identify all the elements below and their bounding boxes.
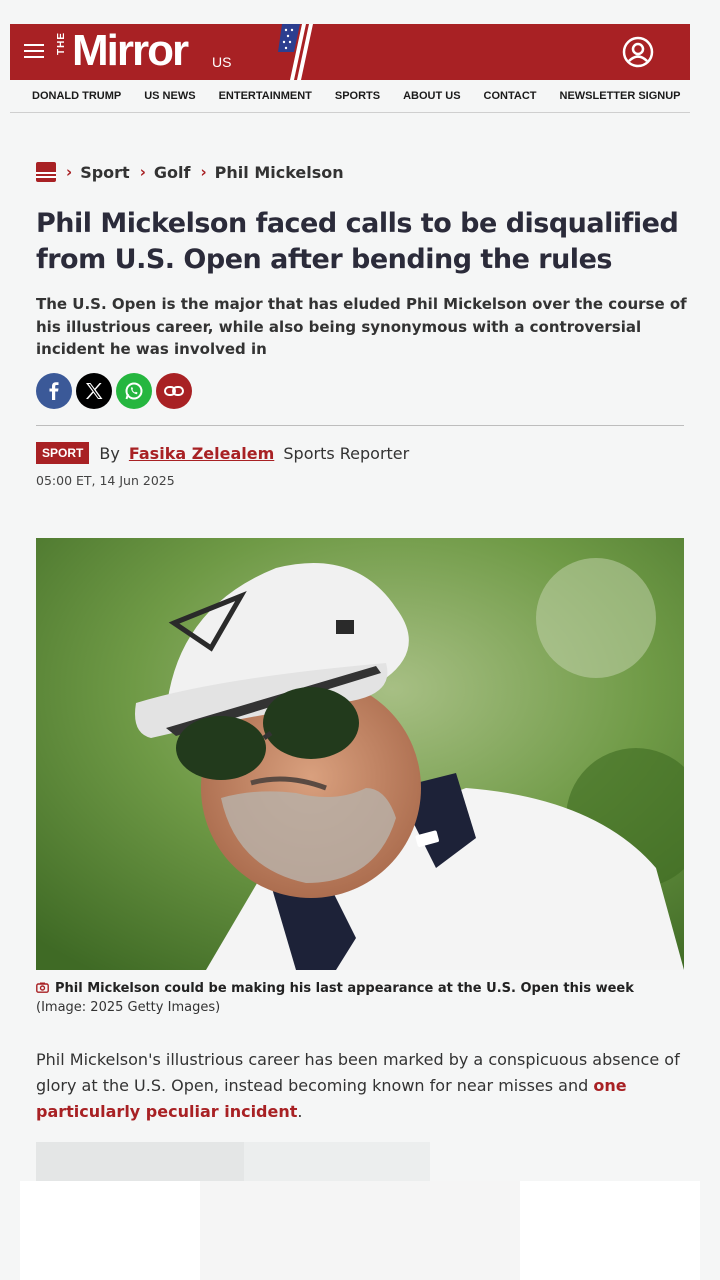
golfer-photo — [36, 538, 684, 970]
mirror-us-logo[interactable]: THE Mirror US — [56, 24, 313, 80]
account-icon[interactable] — [622, 36, 654, 68]
article-paragraph: Phil Mickelson's illustrious career has … — [36, 1047, 688, 1125]
section-tag[interactable]: SPORT — [36, 442, 90, 464]
chevron-right-icon: › — [66, 163, 73, 181]
flag-stripes-icon — [278, 24, 313, 80]
link-icon — [164, 386, 184, 396]
ad-placeholder — [36, 1142, 430, 1182]
nav-contact[interactable]: CONTACT — [484, 90, 537, 102]
image-caption: Phil Mickelson could be making his last … — [36, 979, 686, 1017]
home-logo-icon[interactable] — [36, 162, 56, 182]
logo-us: US — [212, 54, 232, 70]
x-share-button[interactable] — [76, 373, 112, 409]
nav-donald-trump[interactable]: DONALD TRUMP — [32, 90, 121, 102]
nav-about-us[interactable]: ABOUT US — [403, 90, 460, 102]
nav-newsletter-signup[interactable]: NEWSLETTER SIGNUP — [560, 90, 681, 102]
nav-sports[interactable]: SPORTS — [335, 90, 380, 102]
breadcrumb-golf[interactable]: Golf — [154, 163, 191, 182]
paragraph-end: . — [297, 1102, 303, 1121]
whatsapp-icon — [125, 382, 143, 400]
publish-date: 05:00 ET, 14 Jun 2025 — [36, 473, 175, 488]
menu-icon[interactable] — [24, 44, 44, 60]
article-standfirst: The U.S. Open is the major that has elud… — [36, 295, 687, 358]
facebook-share-button[interactable] — [36, 373, 72, 409]
share-bar — [36, 373, 196, 409]
breadcrumb-phil-mickelson[interactable]: Phil Mickelson — [215, 163, 344, 182]
breadcrumb-sport[interactable]: Sport — [80, 163, 130, 182]
copy-link-button[interactable] — [156, 373, 192, 409]
chevron-right-icon: › — [139, 163, 146, 181]
caption-text: Phil Mickelson could be making his last … — [55, 981, 634, 996]
chevron-right-icon: › — [200, 163, 207, 181]
x-icon — [86, 383, 103, 399]
byline-prefix: By — [99, 443, 120, 463]
nav-entertainment[interactable]: ENTERTAINMENT — [219, 90, 312, 102]
caption-credit: (Image: 2025 Getty Images) — [36, 1000, 221, 1015]
byline: SPORT By Fasika Zelealem Sports Reporter — [36, 442, 409, 464]
facebook-icon — [49, 382, 59, 400]
author-link[interactable]: Fasika Zelealem — [129, 444, 274, 463]
bottom-ad-bar — [20, 1181, 700, 1280]
logo-the: THE — [56, 32, 67, 55]
nav-us-news[interactable]: US NEWS — [144, 90, 195, 102]
section-nav: DONALD TRUMP US NEWS ENTERTAINMENT SPORT… — [10, 80, 690, 113]
article-headline: Phil Mickelson faced calls to be disqual… — [36, 208, 679, 275]
breadcrumb: › Sport › Golf › Phil Mickelson — [36, 162, 344, 182]
camera-icon — [36, 982, 49, 993]
author-role: Sports Reporter — [283, 443, 410, 463]
logo-mirror: Mirror — [72, 26, 189, 75]
paragraph-text: Phil Mickelson's illustrious career has … — [36, 1050, 680, 1095]
hero-image[interactable] — [36, 538, 684, 970]
masthead: THE Mirror US — [10, 24, 690, 80]
divider — [36, 425, 684, 426]
whatsapp-share-button[interactable] — [116, 373, 152, 409]
